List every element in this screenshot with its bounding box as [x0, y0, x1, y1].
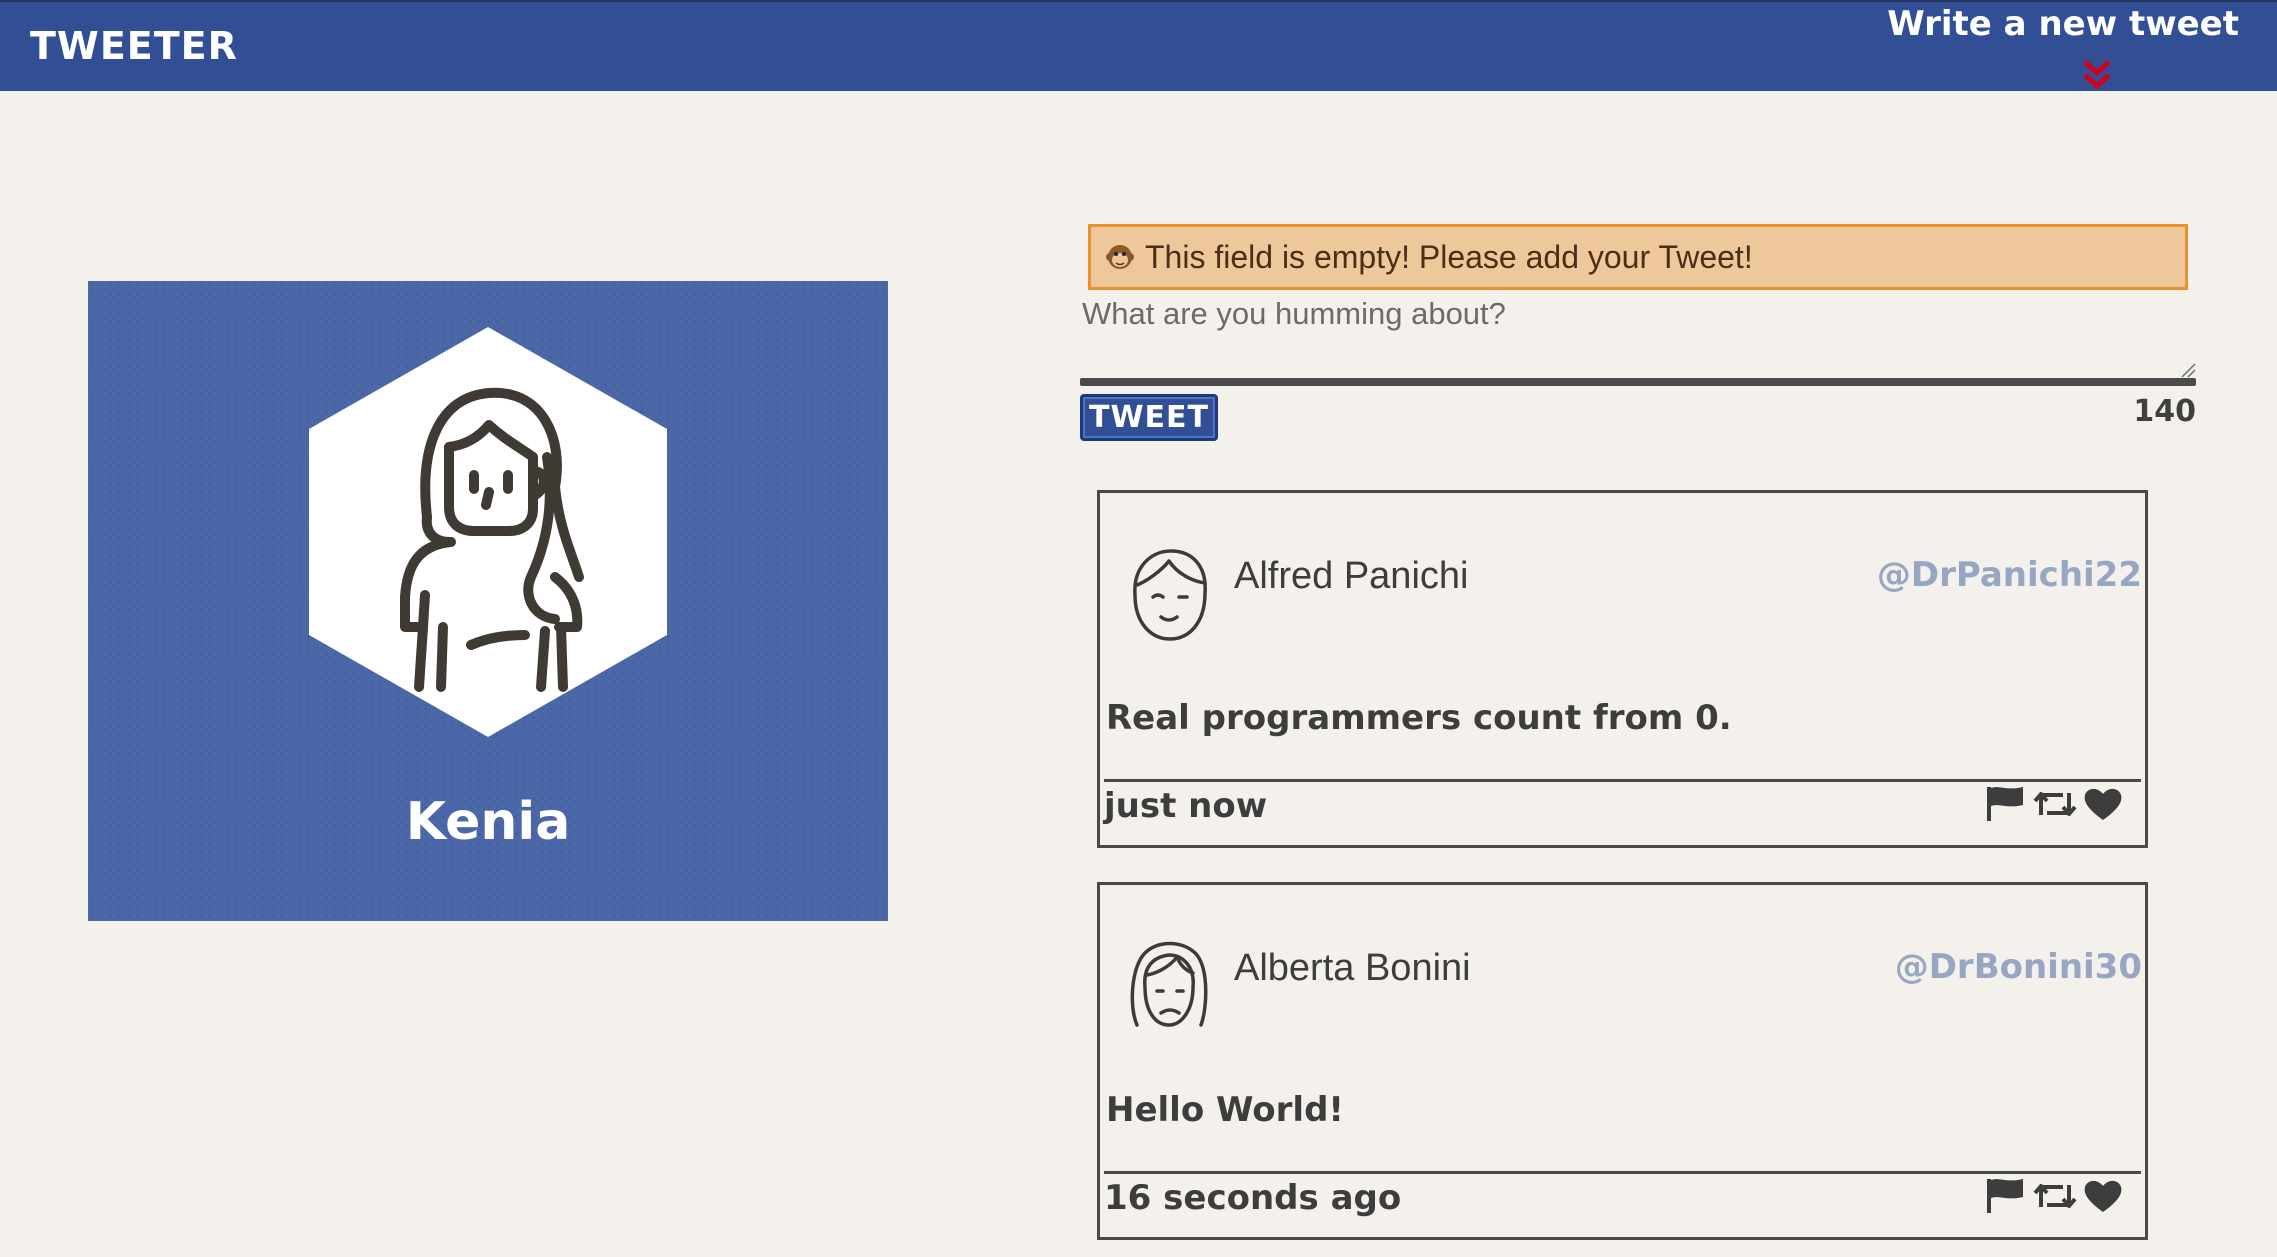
retweet-icon[interactable]	[2033, 785, 2077, 828]
tweet-author-name: Alberta Bonini	[1234, 947, 1471, 989]
man-avatar-icon	[1133, 549, 1207, 641]
heart-icon[interactable]	[2083, 786, 2123, 827]
tweet-input-underline	[1080, 378, 2196, 386]
heart-icon[interactable]	[2083, 1178, 2123, 1219]
tweet-timestamp: just now	[1104, 786, 1268, 826]
write-tweet-label[interactable]: Write a new tweet	[1887, 4, 2239, 44]
tweet-submit-button[interactable]: TWEET	[1080, 394, 1218, 441]
profile-name: Kenia	[405, 792, 571, 852]
tweet-author-handle[interactable]: @DrBonini30	[1895, 947, 2142, 987]
tweet-divider	[1104, 779, 2141, 782]
tweet-input[interactable]	[1082, 296, 2196, 380]
error-text: This field is empty! Please add your Twe…	[1145, 238, 1753, 275]
write-tweet-toggle[interactable]: Write a new tweet	[1887, 2, 2239, 93]
tweet-divider	[1104, 1171, 2141, 1174]
tweet-card: Alberta Bonini @DrBonini30 Hello World! …	[1097, 882, 2148, 1240]
woman-avatar-icon	[309, 327, 667, 737]
tweet-content: Real programmers count from 0.	[1106, 698, 1732, 738]
tweet-actions	[1985, 785, 2123, 827]
tweet-author-handle[interactable]: @DrPanichi22	[1877, 555, 2142, 595]
woman-avatar-icon	[1130, 941, 1208, 1027]
tweet-content: Hello World!	[1106, 1090, 1344, 1130]
retweet-icon[interactable]	[2033, 1177, 2077, 1220]
top-nav: TWEETER Write a new tweet	[0, 0, 2277, 91]
double-chevron-down-icon[interactable]	[2081, 58, 2113, 92]
brand-logo[interactable]: TWEETER	[30, 24, 238, 68]
error-message: This field is empty! Please add your Twe…	[1088, 224, 2188, 290]
flag-icon[interactable]	[1985, 1177, 2027, 1220]
flag-icon[interactable]	[1985, 785, 2027, 828]
profile-card: Kenia	[88, 281, 888, 921]
tweet-author-name: Alfred Panichi	[1234, 555, 1469, 597]
resize-handle-icon[interactable]	[2178, 360, 2196, 378]
tweet-timestamp: 16 seconds ago	[1104, 1178, 1402, 1218]
char-counter: 140	[2133, 394, 2196, 429]
monkey-icon	[1106, 245, 1134, 269]
tweet-card: Alfred Panichi @DrPanichi22 Real program…	[1097, 490, 2148, 848]
tweet-actions	[1985, 1177, 2123, 1219]
